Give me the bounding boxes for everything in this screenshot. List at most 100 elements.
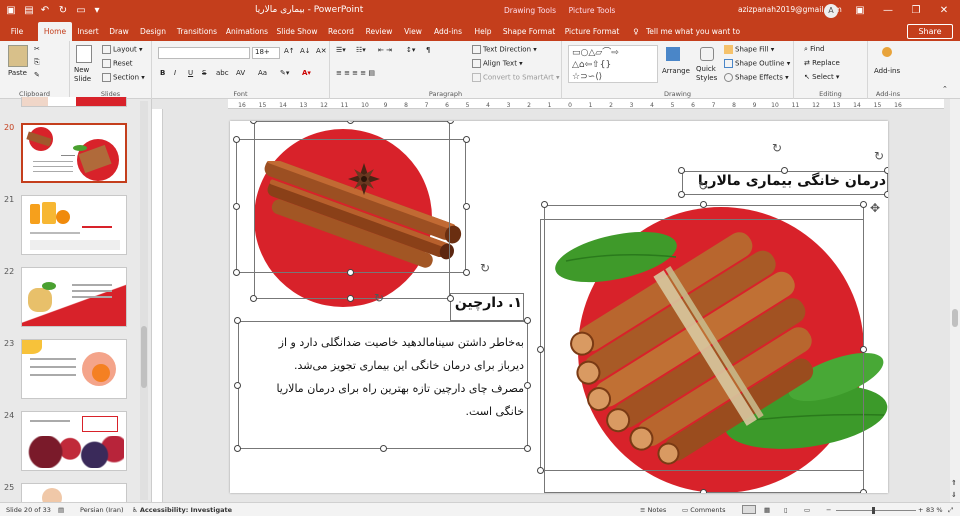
selection-handle[interactable]	[541, 201, 548, 208]
slide-thumbnail-pane[interactable]: 20 21 22 23 24 25	[0, 97, 152, 503]
selection-handle[interactable]	[884, 167, 888, 174]
paste-button[interactable]: Paste	[8, 69, 27, 77]
align-icons[interactable]: ≡ ≡ ≡ ≡ ▤	[336, 69, 375, 77]
new-slide-button[interactable]: New Slide	[74, 66, 98, 84]
slide-thumbnail-23[interactable]	[21, 339, 127, 399]
selection-handle[interactable]	[447, 295, 454, 302]
section-button[interactable]: Section ▾	[102, 73, 145, 82]
tab-slide-show[interactable]: Slide Show	[274, 22, 320, 41]
tab-record[interactable]: Record	[324, 22, 358, 41]
slide-heading[interactable]: ۱. دارچین	[448, 295, 522, 311]
selection-handle[interactable]	[781, 167, 788, 174]
layout-button[interactable]: Layout ▾	[102, 45, 143, 54]
shape-effects-button[interactable]: Shape Effects ▾	[724, 73, 789, 82]
selection-handle[interactable]	[234, 382, 241, 389]
rtl-icon[interactable]: ¶	[426, 46, 430, 54]
slide-title[interactable]: درمان خانگی بیماری مالاریا	[682, 173, 886, 189]
tab-transitions[interactable]: Transitions	[174, 22, 220, 41]
autosave-icon[interactable]: ▣	[4, 4, 18, 18]
grow-font-icon[interactable]: A↑	[284, 47, 295, 55]
vertical-scrollbar[interactable]: ⇑ ⇓	[950, 99, 960, 502]
accessibility-status[interactable]: ♿ Accessibility: Investigate	[132, 506, 232, 514]
spellcheck-icon[interactable]: ▤	[58, 506, 64, 514]
slide-thumbnail-20[interactable]	[21, 123, 127, 183]
shrink-font-icon[interactable]: A↓	[300, 47, 311, 55]
prev-slide-icon[interactable]: ⇑	[951, 479, 957, 487]
strike-button[interactable]: S	[202, 69, 206, 77]
indent-icons[interactable]: ⇤ ⇥	[378, 46, 392, 54]
selection-handle[interactable]	[524, 317, 531, 324]
new-slide-icon[interactable]	[76, 45, 92, 63]
thumbnail-scroll-thumb[interactable]	[141, 326, 147, 388]
add-ins-button[interactable]: Add-ins	[874, 67, 900, 75]
selection-handle[interactable]	[234, 445, 241, 452]
selection-handle[interactable]	[884, 191, 888, 198]
tab-review[interactable]: Review	[362, 22, 396, 41]
slide-thumbnail-prev[interactable]	[21, 97, 127, 107]
text-direction-button[interactable]: Text Direction ▾	[472, 45, 537, 54]
align-text-button[interactable]: Align Text ▾	[472, 59, 523, 68]
highlight-icon[interactable]: ✎▾	[280, 69, 289, 77]
comments-button[interactable]: ▭ Comments	[682, 506, 725, 514]
shape-fill-button[interactable]: Shape Fill ▾	[724, 45, 774, 54]
zoom-slider[interactable]	[836, 507, 916, 514]
reset-button[interactable]: Reset	[102, 59, 133, 68]
shape-outline-button[interactable]: Shape Outline ▾	[724, 59, 790, 68]
underline-button[interactable]: U	[188, 69, 193, 77]
quick-styles-icon[interactable]	[700, 47, 714, 61]
slide-thumbnail-24[interactable]	[21, 411, 127, 471]
slide-sorter-icon[interactable]: ▦	[764, 506, 770, 514]
zoom-in-icon[interactable]: +	[918, 506, 923, 514]
slide-thumbnail-25[interactable]	[21, 483, 127, 503]
clear-format-icon[interactable]: A✕	[316, 47, 327, 55]
selection-handle[interactable]	[860, 346, 867, 353]
slide-thumbnail-21[interactable]	[21, 195, 127, 255]
select-button[interactable]: ↖ Select ▾	[804, 73, 839, 81]
tab-file[interactable]: File	[4, 22, 30, 41]
copy-icon[interactable]: ⎘	[34, 58, 40, 67]
selection-handle[interactable]	[678, 167, 685, 174]
add-ins-icon[interactable]	[882, 47, 892, 57]
share-button[interactable]: Share	[907, 24, 953, 39]
font-color-icon[interactable]: A▾	[302, 69, 311, 77]
selection-handle[interactable]	[234, 317, 241, 324]
selection-handle[interactable]	[463, 269, 470, 276]
format-painter-icon[interactable]: ✎	[34, 71, 40, 79]
selection-handle[interactable]	[524, 382, 531, 389]
next-slide-icon[interactable]: ⇓	[951, 491, 957, 499]
tab-add-ins[interactable]: Add-ins	[430, 22, 466, 41]
selection-handle[interactable]	[860, 201, 867, 208]
ribbon-display-icon[interactable]: ▣	[852, 3, 868, 19]
selection-handle[interactable]	[347, 269, 354, 276]
bold-button[interactable]: B	[160, 69, 165, 77]
numbering-icon[interactable]: ☷▾	[356, 46, 366, 54]
move-icon[interactable]: ✥	[870, 201, 880, 215]
tab-animations[interactable]: Animations	[224, 22, 270, 41]
selection-handle[interactable]	[447, 121, 454, 124]
spacing-button[interactable]: AV	[236, 69, 245, 77]
tab-draw[interactable]: Draw	[106, 22, 132, 41]
present-icon[interactable]: ▭	[74, 4, 88, 18]
zoom-level[interactable]: 83 %	[926, 506, 943, 514]
rotate-handle-icon[interactable]: ↻	[480, 261, 490, 275]
slideshow-view-icon[interactable]: ▭	[804, 506, 810, 514]
selection-handle[interactable]	[380, 445, 387, 452]
fit-slide-icon[interactable]: ⤢	[948, 506, 953, 515]
save-icon[interactable]: ▤	[22, 4, 36, 18]
tab-help[interactable]: Help	[470, 22, 496, 41]
rotate-handle-icon[interactable]: ↻	[374, 291, 384, 305]
normal-view-icon[interactable]	[742, 505, 756, 514]
shapes-gallery[interactable]: ▭○△▱⌒⇨ △⌂⇦⇧{} ☆⊃∽⟨⟩	[568, 45, 658, 83]
scroll-thumb[interactable]	[952, 309, 958, 327]
line-spacing-icon[interactable]: ↕▾	[406, 46, 415, 54]
shadow-button[interactable]: abc	[216, 69, 229, 77]
notes-button[interactable]: ≡ Notes	[640, 506, 666, 514]
tab-home[interactable]: Home	[38, 22, 72, 41]
tab-view[interactable]: View	[400, 22, 426, 41]
tab-insert[interactable]: Insert	[74, 22, 102, 41]
selection-handle[interactable]	[860, 489, 867, 493]
rotate-handle-icon[interactable]: ↻	[698, 179, 708, 193]
slide-canvas[interactable]: درمان خانگی بیماری مالاریا ۱. دارچین به‌…	[230, 121, 888, 493]
language[interactable]: Persian (Iran)	[80, 506, 124, 514]
restore-icon[interactable]: ❐	[908, 3, 924, 19]
